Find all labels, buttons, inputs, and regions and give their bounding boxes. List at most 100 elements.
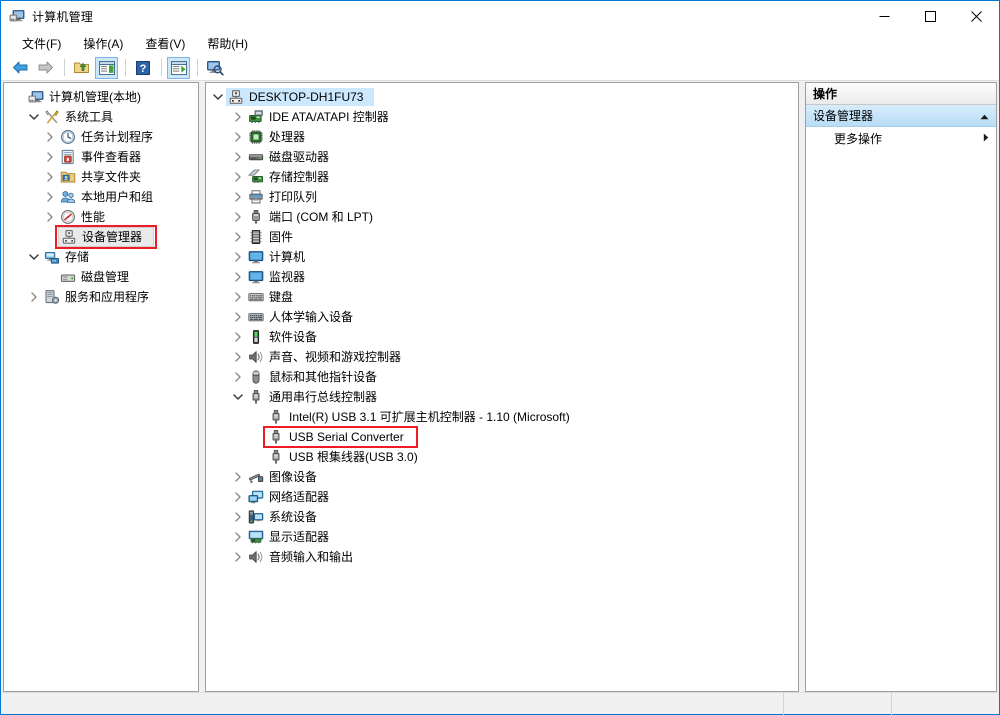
performance-icon	[60, 209, 76, 225]
device-tree-label-20: 网络适配器	[269, 490, 330, 504]
device-tree-item-9[interactable]: 监视器	[206, 267, 798, 287]
device-tree-item-16[interactable]: Intel(R) USB 3.1 可扩展主机控制器 - 1.10 (Micros…	[206, 407, 798, 427]
maximize-button[interactable]	[907, 1, 953, 31]
device-tree-label-16: Intel(R) USB 3.1 可扩展主机控制器 - 1.10 (Micros…	[289, 410, 570, 424]
show-console-tree-icon[interactable]	[95, 56, 118, 79]
device-tree-twisty-23[interactable]	[230, 547, 246, 567]
status-bar	[1, 692, 999, 715]
device-tree-twisty-15[interactable]	[230, 387, 246, 407]
console-tree-twisty-10[interactable]	[26, 287, 42, 307]
device-tree-twisty-9[interactable]	[230, 267, 246, 287]
console-tree: 计算机管理(本地) 系统工具 任务计划程序 事件查看器 共享文件夹本地用户和组性能 设备管…	[4, 83, 198, 307]
console-tree-item-9[interactable]: 磁盘管理	[4, 267, 198, 287]
menu-help[interactable]: 帮助(H)	[198, 32, 257, 55]
device-tree-twisty-14[interactable]	[230, 367, 246, 387]
device-tree-item-20[interactable]: 网络适配器	[206, 487, 798, 507]
device-tree-item-5[interactable]: 打印队列	[206, 187, 798, 207]
console-tree-item-5[interactable]: 本地用户和组	[4, 187, 198, 207]
chevron-up-icon[interactable]	[980, 109, 989, 123]
audio-io-icon	[248, 549, 264, 565]
console-tree-twisty-6[interactable]	[42, 207, 58, 227]
device-tree-twisty-7[interactable]	[230, 227, 246, 247]
status-bar-text	[1, 693, 783, 715]
device-tree-item-19[interactable]: 图像设备	[206, 467, 798, 487]
device-tree-twisty-19[interactable]	[230, 467, 246, 487]
console-tree-item-8[interactable]: 存储	[4, 247, 198, 267]
device-tree-item-3[interactable]: 磁盘驱动器	[206, 147, 798, 167]
device-tree-item-10[interactable]: 键盘	[206, 287, 798, 307]
help-icon[interactable]: ?	[131, 57, 154, 79]
console-tree-item-1[interactable]: 系统工具	[4, 107, 198, 127]
console-tree-twisty-1[interactable]	[26, 107, 42, 127]
console-tree-item-10[interactable]: 服务和应用程序	[4, 287, 198, 307]
monitor-icon	[248, 269, 264, 285]
device-tree-item-17[interactable]: USB Serial Converter	[206, 426, 798, 448]
device-tree-label-2: 处理器	[269, 130, 306, 144]
device-tree-twisty-12[interactable]	[230, 327, 246, 347]
device-tree-twisty-4[interactable]	[230, 167, 246, 187]
scan-hardware-icon[interactable]	[203, 57, 226, 79]
console-tree-twisty-8[interactable]	[26, 247, 42, 267]
back-arrow-icon[interactable]	[9, 57, 32, 79]
device-tree-twisty-1[interactable]	[230, 107, 246, 127]
menu-file[interactable]: 文件(F)	[13, 32, 70, 55]
device-tree-item-23[interactable]: 音频输入和输出	[206, 547, 798, 567]
display-adapter-icon	[248, 529, 264, 545]
properties-icon[interactable]	[167, 56, 190, 79]
shared-folders-icon	[60, 169, 76, 185]
device-tree-twisty-21[interactable]	[230, 507, 246, 527]
device-tree-item-11[interactable]: 人体学输入设备	[206, 307, 798, 327]
device-tree-label-14: 鼠标和其他指针设备	[269, 370, 378, 384]
device-tree-item-7[interactable]: 固件	[206, 227, 798, 247]
console-tree-twisty-5[interactable]	[42, 187, 58, 207]
device-tree-item-18[interactable]: USB 根集线器(USB 3.0)	[206, 447, 798, 467]
console-tree-item-3[interactable]: 事件查看器	[4, 147, 198, 167]
device-tree-item-8[interactable]: 计算机	[206, 247, 798, 267]
console-tree-item-6[interactable]: 性能	[4, 207, 198, 227]
device-tree-item-2[interactable]: 处理器	[206, 127, 798, 147]
device-tree-item-4[interactable]: 存储控制器	[206, 167, 798, 187]
device-tree-twisty-20[interactable]	[230, 487, 246, 507]
device-tree-twisty-8[interactable]	[230, 247, 246, 267]
device-tree-twisty-5[interactable]	[230, 187, 246, 207]
console-tree-item-2[interactable]: 任务计划程序	[4, 127, 198, 147]
device-tree-item-6[interactable]: 端口 (COM 和 LPT)	[206, 207, 798, 227]
device-tree-label-11: 人体学输入设备	[269, 310, 354, 324]
device-tree-item-14[interactable]: 鼠标和其他指针设备	[206, 367, 798, 387]
console-tree-item-4[interactable]: 共享文件夹	[4, 167, 198, 187]
menu-action[interactable]: 操作(A)	[74, 32, 132, 55]
device-tree-item-0[interactable]: DESKTOP-DH1FU73	[206, 87, 798, 107]
up-folder-icon[interactable]	[70, 57, 93, 79]
device-tree-item-13[interactable]: 声音、视频和游戏控制器	[206, 347, 798, 367]
device-tree-twisty-11[interactable]	[230, 307, 246, 327]
device-tree-twisty-22[interactable]	[230, 527, 246, 547]
console-tree-item-0[interactable]: 计算机管理(本地)	[4, 87, 198, 107]
device-tree-twisty-2[interactable]	[230, 127, 246, 147]
device-tree-twisty-10[interactable]	[230, 287, 246, 307]
forward-arrow-icon[interactable]	[34, 57, 57, 79]
device-tree-twisty-6[interactable]	[230, 207, 246, 227]
device-tree-item-22[interactable]: 显示适配器	[206, 527, 798, 547]
toolbar: ?	[1, 55, 999, 81]
device-tree-twisty-3[interactable]	[230, 147, 246, 167]
console-tree-twisty-3[interactable]	[42, 147, 58, 167]
device-tree-item-15[interactable]: 通用串行总线控制器	[206, 387, 798, 407]
device-tree-twisty-13[interactable]	[230, 347, 246, 367]
menu-view[interactable]: 查看(V)	[136, 32, 194, 55]
action-more-actions[interactable]: 更多操作	[806, 127, 996, 149]
console-tree-item-7[interactable]: 设备管理器	[4, 225, 198, 249]
device-tree-item-21[interactable]: 系统设备	[206, 507, 798, 527]
imaging-device-icon	[248, 469, 264, 485]
minimize-button[interactable]	[861, 1, 907, 31]
console-tree-twisty-2[interactable]	[42, 127, 58, 147]
device-tree-label-1: IDE ATA/ATAPI 控制器	[269, 110, 389, 124]
device-tree-label-9: 监视器	[269, 270, 306, 284]
console-tree-label-5: 本地用户和组	[81, 190, 154, 204]
device-tree-twisty-0[interactable]	[210, 87, 226, 107]
close-button[interactable]	[953, 1, 999, 31]
actions-group-device-manager[interactable]: 设备管理器	[806, 105, 996, 127]
console-tree-twisty-4[interactable]	[42, 167, 58, 187]
device-tree-label-3: 磁盘驱动器	[269, 150, 330, 164]
device-tree-item-12[interactable]: 软件设备	[206, 327, 798, 347]
device-tree-item-1[interactable]: IDE ATA/ATAPI 控制器	[206, 107, 798, 127]
